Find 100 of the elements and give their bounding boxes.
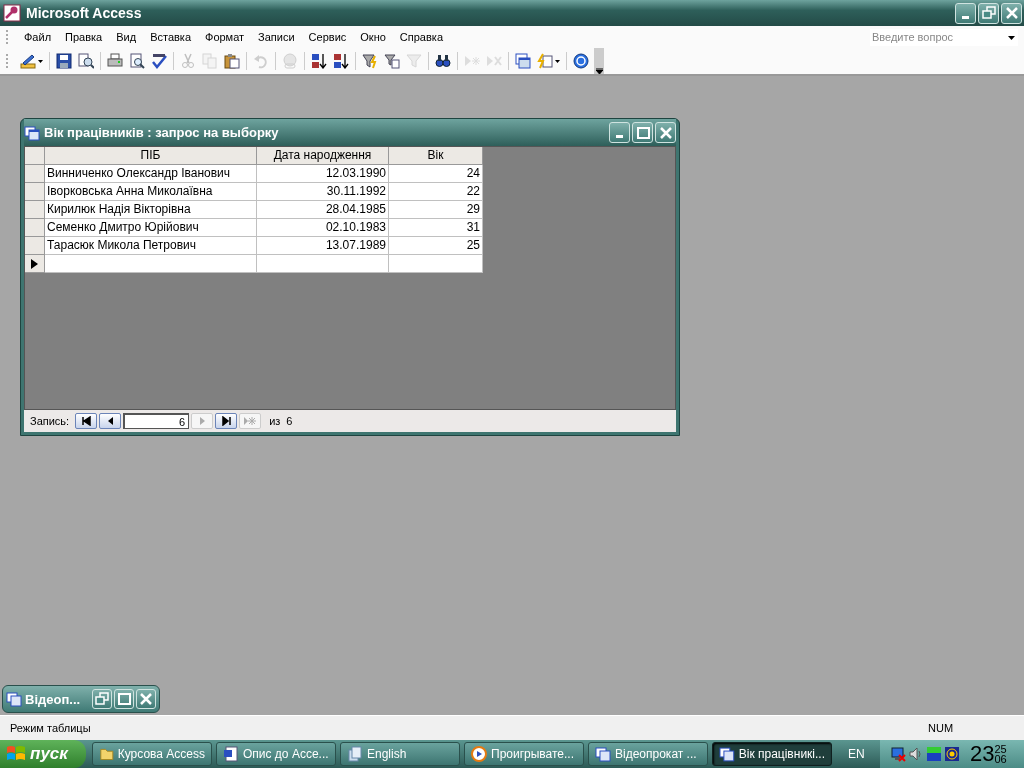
datasheet-icon [24,124,40,141]
menu-item[interactable]: Справка [392,29,450,45]
taskbar-button[interactable]: Проигрывате... [464,742,584,766]
app-title: Microsoft Access [26,5,143,21]
funnel-lightning-icon [362,53,378,69]
close-button[interactable] [1001,2,1022,24]
help-icon [573,53,589,69]
clock-seconds: 06 [994,754,1007,764]
speaker-icon[interactable] [908,746,924,762]
table-cell: 30.11.1992 [257,183,389,201]
menu-item[interactable]: Правка [58,29,110,45]
sort-ascending-icon [311,53,327,69]
caret-icon [555,59,560,63]
table-cell: 12.03.1990 [257,165,389,183]
restore-icon [93,690,111,708]
play-star-icon [464,53,480,69]
close-button[interactable] [655,122,676,143]
menu-item[interactable]: Сервис [301,29,354,45]
help-button[interactable] [570,50,592,72]
taskbar-button[interactable]: Вік працівникі... [712,742,832,766]
maximize-button[interactable] [632,122,653,143]
maximize-button[interactable] [114,689,134,709]
record-label: Запись: [30,415,70,427]
minimize-button[interactable] [609,122,630,143]
table-cell: 31 [389,219,483,237]
sort-descending-icon [333,53,349,69]
caret-icon [38,59,43,63]
minimize-icon [616,135,623,138]
ruler-pencil-icon [20,53,36,69]
menu-item[interactable]: Окно [353,29,393,45]
table-cell: Іворковська Анна Миколаївна [45,183,257,201]
check-mark-icon [151,53,167,69]
undo-arrow-icon [253,53,269,69]
restore-button[interactable] [978,2,999,24]
new-record-icon [244,417,257,425]
play-cross-icon [486,53,502,69]
menu-item[interactable]: Вставка [143,29,198,45]
form-window-icon [719,746,735,762]
key-icon [3,4,21,22]
language-indicator[interactable]: EN [848,747,872,761]
lightning-form-icon [537,53,553,69]
copy-pages-icon [202,53,218,69]
dropdown-arrow-icon[interactable] [1008,35,1015,40]
minimize-icon [962,15,969,19]
previous-record-icon [107,417,113,425]
taskbar-button[interactable]: Курсова Access [92,742,212,766]
view-mode-text: Режим таблицы [9,722,92,734]
window-title: Вік працівників : запрос на выборку [44,125,280,140]
record-count: 6 [286,415,293,427]
close-button[interactable] [136,689,156,709]
minimize-button[interactable] [955,2,976,24]
column-header[interactable]: Вік [389,147,483,165]
previous-record-button[interactable] [99,413,122,429]
menu-item[interactable]: Формат [198,29,252,45]
table-cell: 25 [389,237,483,255]
word-document-icon [223,746,239,762]
table-cell: Кирилюк Надія Вікторівна [45,201,257,219]
clock-hours: 23 [970,741,995,767]
column-header[interactable]: ПІБ [45,147,257,165]
binoculars-icon [435,53,451,69]
form-window-icon [6,691,22,707]
network-disconnected-icon[interactable] [890,746,906,762]
record-selector[interactable] [25,255,45,273]
first-record-button[interactable] [75,413,98,429]
column-header[interactable]: Дата народження [257,147,389,165]
window-title: Відеоп... [25,691,82,707]
minimized-window[interactable]: Відеоп... [2,685,160,713]
table-cell: Винниченко Олександр Іванович [45,165,257,183]
table-cell: Тарасюк Микола Петрович [45,237,257,255]
table-cell: 28.04.1985 [257,201,389,219]
record-number-field[interactable]: 6 [123,413,190,429]
stacked-pages-icon [347,746,363,762]
page-magnifier-icon [129,53,145,69]
menu-item[interactable]: Вид [109,29,144,45]
question-field[interactable]: Введите вопрос [870,28,1018,46]
table-cell: 22 [389,183,483,201]
first-record-icon [81,416,91,426]
toolbar-options-button[interactable] [594,48,604,74]
funnel-form-icon [384,53,400,69]
start-button[interactable]: пуск [0,740,86,768]
form-window-icon [595,746,611,762]
last-record-button[interactable] [215,413,238,429]
folder-icon [99,746,114,762]
magnifier-book-icon [78,53,94,69]
table-cell: 13.07.1989 [257,237,389,255]
table-cell: Семенко Дмитро Юрійович [45,219,257,237]
menu-item[interactable]: Файл [17,29,59,45]
of-label: из [269,415,281,427]
restore-button[interactable] [92,689,112,709]
taskbar-button[interactable]: Опис до Acce... [216,742,336,766]
menu-item[interactable]: Записи [251,29,302,45]
table-cell: 29 [389,201,483,219]
chevron-down-icon [595,68,603,74]
scissors-icon [180,53,196,69]
floppy-disk-button[interactable] [53,50,75,72]
taskbar-button[interactable]: English [340,742,460,766]
taskbar-button[interactable]: Відеопрокат ... [588,742,708,766]
next-record-icon [199,417,205,425]
restore-icon [979,4,998,22]
database-window-button[interactable] [512,50,534,72]
